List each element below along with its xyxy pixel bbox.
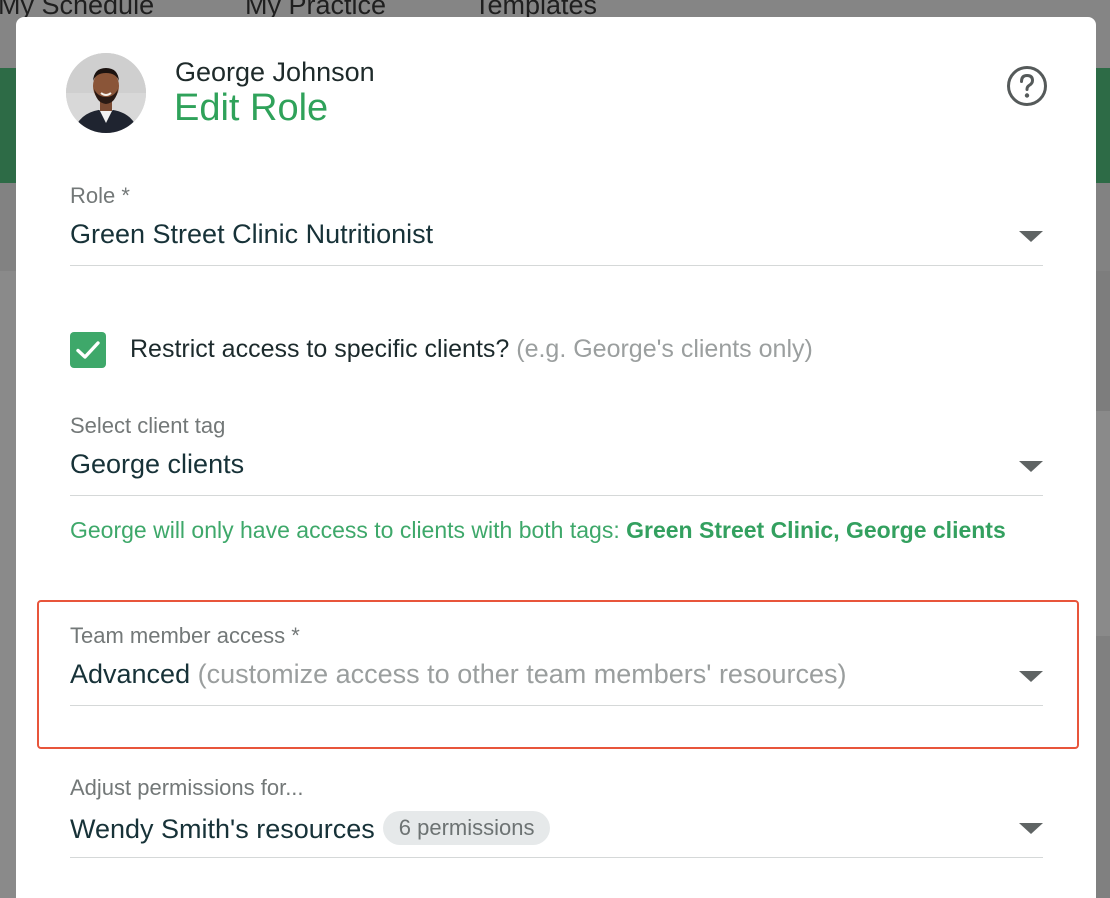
team-access-hint: (customize access to other team members'… xyxy=(197,659,847,689)
role-field: Role * Green Street Clinic Nutritionist xyxy=(70,183,1043,266)
permissions-value-text: Wendy Smith's resources xyxy=(70,814,375,844)
team-access-select[interactable]: Advanced (customize access to other team… xyxy=(70,649,1043,706)
permissions-count-badge: 6 permissions xyxy=(382,811,551,845)
role-value: Green Street Clinic Nutritionist xyxy=(70,219,434,249)
client-tag-label: Select client tag xyxy=(70,413,226,438)
chevron-down-icon xyxy=(1019,231,1043,242)
chevron-down-icon xyxy=(1019,461,1043,472)
check-icon xyxy=(76,341,100,359)
client-tag-info-tags: Green Street Clinic, George clients xyxy=(626,517,1006,543)
restrict-access-hint: (e.g. George's clients only) xyxy=(516,335,813,363)
dialog-title: Edit Role xyxy=(174,87,329,129)
team-access-value-text: Advanced xyxy=(70,659,191,689)
edit-role-dialog: George Johnson Edit Role Role * Green St… xyxy=(16,17,1096,898)
client-tag-select[interactable]: George clients xyxy=(70,439,1043,496)
role-label: Role * xyxy=(70,183,130,208)
help-icon[interactable] xyxy=(1006,65,1048,107)
client-tag-value: George clients xyxy=(70,449,245,479)
permissions-field: Adjust permissions for... Wendy Smith's … xyxy=(70,775,1043,858)
restrict-access-label[interactable]: Restrict access to specific clients? (e.… xyxy=(130,335,813,364)
user-avatar xyxy=(66,53,146,133)
client-tag-info-text: George will only have access to clients … xyxy=(70,517,627,543)
permissions-select[interactable]: Wendy Smith's resources 6 permissions xyxy=(70,801,1043,858)
user-name: George Johnson xyxy=(175,57,375,87)
role-select[interactable]: Green Street Clinic Nutritionist xyxy=(70,209,1043,266)
team-access-field: Team member access * Advanced (customize… xyxy=(70,623,1043,706)
avatar-photo xyxy=(66,53,146,133)
restrict-access-text: Restrict access to specific clients? xyxy=(130,335,510,363)
restrict-access-checkbox[interactable] xyxy=(70,332,106,368)
client-tag-info: George will only have access to clients … xyxy=(70,514,1045,546)
chevron-down-icon xyxy=(1019,823,1043,834)
client-tag-field: Select client tag George clients xyxy=(70,413,1043,496)
permissions-label: Adjust permissions for... xyxy=(70,775,304,800)
team-access-value: Advanced (customize access to other team… xyxy=(70,659,846,690)
permissions-value: Wendy Smith's resources 6 permissions xyxy=(70,811,551,845)
chevron-down-icon xyxy=(1019,671,1043,682)
team-access-label: Team member access * xyxy=(70,623,300,648)
